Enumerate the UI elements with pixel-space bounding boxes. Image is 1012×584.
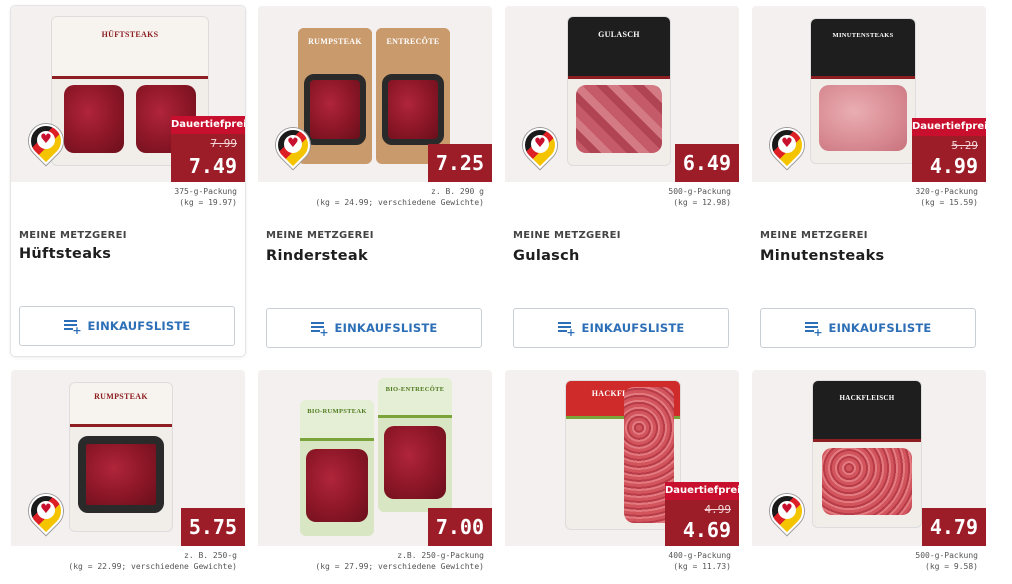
product-card-hackfleisch-2[interactable]: HACKFLEISCH ♥ 4.79 500-g-Packung (kg = 9.… [752, 370, 986, 584]
dauertiefpreis-badge: Dauertiefpreis [171, 116, 245, 134]
current-price: 7.25 [435, 151, 484, 175]
product-brand: MEINE METZGEREI [266, 230, 374, 241]
product-card-bio-steaks[interactable]: BIO-RUMPSTEAK BIO-ENTRECÔTE 7.00 z.B. 25… [258, 370, 492, 584]
product-card-gulasch[interactable]: GULASCH ♥ 6.49 500-g-Packung (kg = 12.98)… [505, 6, 739, 356]
product-package-image: RUMPSTEAK [69, 382, 173, 532]
current-price: 7.00 [435, 515, 484, 539]
product-card-rumpsteak[interactable]: RUMPSTEAK ♥ 5.75 z. B. 250-g (kg = 22.99;… [11, 370, 245, 584]
product-package-image: BIO-RUMPSTEAK [300, 400, 374, 536]
shopping-list-add-icon: + [310, 321, 329, 338]
package-info: 500-g-Packung (kg = 9.58) [915, 551, 978, 571]
product-brand: MEINE METZGEREI [513, 230, 621, 241]
product-image[interactable]: GULASCH ♥ 6.49 [505, 6, 739, 182]
germany-origin-icon: ♥ [21, 116, 71, 168]
product-title[interactable]: Rindersteak [266, 248, 368, 264]
product-image[interactable]: RUMPSTEAK ♥ 5.75 [11, 370, 245, 546]
product-card-minutensteaks[interactable]: MINUTENSTEAKS ♥ Dauertiefpreis 5.29 4.99… [752, 6, 986, 356]
germany-origin-icon: ♥ [762, 486, 812, 538]
add-to-shopping-list-button[interactable]: + EINKAUFSLISTE [513, 308, 729, 348]
product-package-image: HACKFLEISCH [565, 380, 681, 530]
price-tag: 7.25 [428, 144, 492, 182]
product-title[interactable]: Gulasch [513, 248, 580, 264]
old-price: 7.99 [210, 137, 238, 150]
add-to-shopping-list-button[interactable]: + EINKAUFSLISTE [19, 306, 235, 346]
current-price: 4.99 [929, 154, 978, 178]
price-tag: 7.99 7.49 [171, 134, 245, 182]
dauertiefpreis-badge: Dauertiefpreis [665, 482, 739, 500]
product-image[interactable]: HACKFLEISCH ♥ 4.79 [752, 370, 986, 546]
price-tag: 5.29 4.99 [912, 136, 986, 182]
price-tag: 7.00 [428, 508, 492, 546]
germany-origin-icon: ♥ [762, 120, 812, 172]
product-image[interactable]: HACKFLEISCH Dauertiefpreis 4.99 4.69 [505, 370, 739, 546]
germany-origin-icon: ♥ [21, 486, 71, 538]
product-image[interactable]: RUMPSTEAK ENTRECÔTE ♥ 7.25 [258, 6, 492, 182]
product-card-huftsteaks[interactable]: HÜFTSTEAKS ♥ Dauertiefpreis 7.99 7.49 37… [11, 6, 245, 356]
product-title[interactable]: Hüftsteaks [19, 246, 111, 262]
current-price: 5.75 [188, 515, 237, 539]
package-info: z.B. 250-g-Packung (kg = 27.99; verschied… [315, 551, 484, 571]
price-tag: 4.99 4.69 [665, 500, 739, 546]
product-package-image: MINUTENSTEAKS [810, 18, 916, 164]
product-package-image: BIO-ENTRECÔTE [378, 378, 452, 512]
shopping-list-add-icon: + [557, 321, 576, 338]
current-price: 4.79 [929, 515, 978, 539]
package-info: 500-g-Packung (kg = 12.98) [668, 187, 731, 207]
product-package-image: HACKFLEISCH [812, 380, 922, 528]
package-label: HÜFTSTEAKS [101, 30, 159, 39]
old-price: 5.29 [951, 139, 979, 152]
product-image[interactable]: BIO-RUMPSTEAK BIO-ENTRECÔTE 7.00 [258, 370, 492, 546]
price-tag: 5.75 [181, 508, 245, 546]
current-price: 7.49 [188, 154, 237, 178]
product-title[interactable]: Minutensteaks [760, 248, 885, 264]
germany-origin-icon: ♥ [268, 120, 318, 172]
current-price: 4.69 [682, 518, 731, 542]
product-package-image: GULASCH [567, 16, 671, 166]
add-to-shopping-list-button[interactable]: + EINKAUFSLISTE [760, 308, 976, 348]
package-info: z. B. 250-g (kg = 22.99; verschiedene Gew… [68, 551, 237, 571]
product-image[interactable]: HÜFTSTEAKS ♥ Dauertiefpreis 7.99 7.49 [11, 6, 245, 182]
product-card-rindersteak[interactable]: RUMPSTEAK ENTRECÔTE ♥ 7.25 z. B. 290 g (k… [258, 6, 492, 356]
price-tag: 4.79 [922, 508, 986, 546]
product-brand: MEINE METZGEREI [19, 230, 127, 241]
shopping-list-add-icon: + [804, 321, 823, 338]
product-brand: MEINE METZGEREI [760, 230, 868, 241]
add-to-shopping-list-button[interactable]: + EINKAUFSLISTE [266, 308, 482, 348]
germany-origin-icon: ♥ [515, 120, 565, 172]
old-price: 4.99 [704, 503, 732, 516]
product-image[interactable]: MINUTENSTEAKS ♥ Dauertiefpreis 5.29 4.99 [752, 6, 986, 182]
package-info: 320-g-Packung (kg = 15.59) [915, 187, 978, 207]
package-info: 375-g-Packung (kg = 19.97) [174, 187, 237, 207]
package-info: 400-g-Packung (kg = 11.73) [668, 551, 731, 571]
price-tag: 6.49 [675, 144, 739, 182]
product-card-hackfleisch[interactable]: HACKFLEISCH Dauertiefpreis 4.99 4.69 400… [505, 370, 739, 584]
current-price: 6.49 [682, 151, 731, 175]
shopping-list-add-icon: + [63, 319, 82, 336]
package-info: z. B. 290 g (kg = 24.99; verschiedene Gew… [315, 187, 484, 207]
dauertiefpreis-badge: Dauertiefpreis [912, 118, 986, 136]
